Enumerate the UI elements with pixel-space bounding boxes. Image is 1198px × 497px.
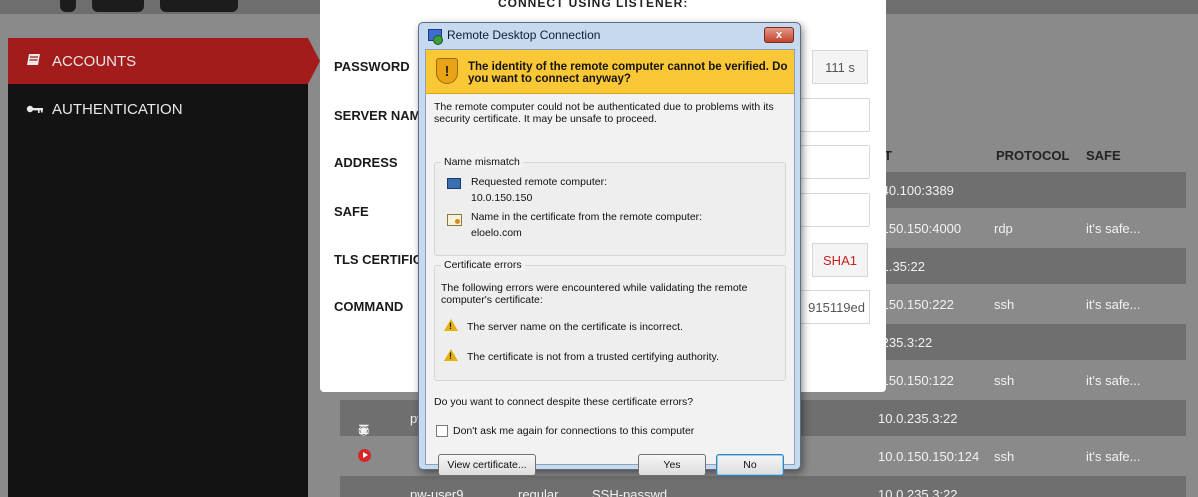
cell-safe: it's safe... — [1086, 297, 1141, 312]
no-button[interactable]: No — [716, 454, 784, 476]
certificate-name-value: eloelo.com — [471, 227, 522, 239]
remote-desktop-icon — [428, 29, 443, 45]
description-text: The remote computer could not be authent… — [434, 101, 774, 125]
server-name-label: SERVER NAMI — [334, 108, 425, 123]
sidebar-item-accounts[interactable]: ACCOUNTS — [8, 38, 320, 84]
logo — [92, 0, 144, 12]
sidebar-item-label: ACCOUNTS — [52, 52, 137, 70]
certificate-icon — [447, 214, 462, 226]
play-icon[interactable] — [358, 449, 371, 462]
list-icon[interactable]: ☰ — [358, 422, 370, 438]
tls-hash-badge[interactable]: SHA1 — [812, 243, 868, 277]
sidebar-item-label: AUTHENTICATION — [52, 100, 183, 118]
tls-certificate-label: TLS CERTIFIC — [334, 252, 423, 267]
sidebar: ACCOUNTS AUTHENTICATION — [8, 38, 320, 497]
cell-safe: it's safe... — [1086, 221, 1141, 236]
cell-target: .150.150:122 — [878, 373, 954, 388]
requested-computer-label: Requested remote computer: — [471, 176, 607, 188]
sidebar-item-authentication[interactable]: AUTHENTICATION — [8, 86, 308, 132]
cell-protocol: ssh — [994, 449, 1015, 464]
cell-protocol: ssh — [994, 373, 1015, 388]
group-legend: Certificate errors — [441, 259, 525, 271]
dont-ask-label[interactable]: Don't ask me again for connections to th… — [453, 425, 694, 437]
column-header-protocol[interactable]: PROTOCOL — [996, 148, 1069, 163]
cell-target: .150.150:222 — [878, 297, 954, 312]
dialog-title: Remote Desktop Connection — [447, 28, 601, 42]
shield-warning-icon: ! — [436, 58, 458, 84]
warning-banner: ! The identity of the remote computer ca… — [426, 50, 794, 94]
command-field[interactable]: 915119ed — [800, 290, 870, 324]
cell-protocol: rdp — [994, 221, 1013, 236]
group-legend: Name mismatch — [441, 156, 523, 168]
connect-question: Do you want to connect despite these cer… — [434, 396, 694, 408]
certificate-name-label: Name in the certificate from the remote … — [471, 211, 703, 223]
close-button[interactable]: x — [764, 27, 794, 43]
key-icon — [26, 101, 46, 118]
column-header-safe[interactable]: SAFE — [1086, 148, 1121, 163]
cell-target: .150.150:4000 — [878, 221, 962, 236]
yes-button[interactable]: Yes — [638, 454, 706, 476]
computer-icon — [447, 178, 461, 189]
cell-protocol: ssh — [994, 297, 1015, 312]
server-name-field[interactable] — [800, 98, 870, 132]
password-label: PASSWORD — [334, 59, 410, 74]
certificate-errors-group: Certificate errors The following errors … — [434, 259, 786, 381]
errors-intro-text: The following errors were encountered wh… — [441, 282, 748, 306]
password-ttl: 111 s — [812, 50, 868, 84]
cell-type: regular — [518, 487, 559, 497]
logo — [160, 0, 238, 12]
requested-computer-value: 10.0.150.150 — [471, 192, 533, 204]
cell-safe: it's safe... — [1086, 373, 1141, 388]
cell-target: 10.0.235.3:22 — [878, 487, 958, 497]
cell-user: pw-user9 — [410, 487, 464, 497]
cell-target: 10.0.235.3:22 — [878, 411, 958, 426]
warning-icon — [444, 319, 458, 331]
cell-safe: it's safe... — [1086, 449, 1141, 464]
safe-label: SAFE — [334, 204, 369, 219]
cert-error-item: The server name on the certificate is in… — [467, 321, 683, 333]
book-icon — [26, 53, 46, 70]
table-row[interactable]: ◉ ☰ pw-user9 regular SSH-passwd 10.0.235… — [340, 476, 1186, 497]
safe-field[interactable] — [800, 193, 870, 227]
dialog-body: ! The identity of the remote computer ca… — [425, 49, 795, 476]
warning-text: The identity of the remote computer cann… — [468, 61, 788, 85]
logo — [60, 0, 76, 12]
dont-ask-checkbox[interactable] — [436, 425, 448, 437]
dialog-title-bar[interactable]: Remote Desktop Connection x — [419, 23, 800, 49]
name-mismatch-group: Name mismatch Requested remote computer:… — [434, 156, 786, 256]
view-certificate-button[interactable]: View certificate... — [438, 454, 536, 476]
cert-error-item: The certificate is not from a trusted ce… — [467, 351, 719, 363]
rdp-dialog: Remote Desktop Connection x ! The identi… — [418, 22, 801, 476]
cell-auth: SSH-passwd — [592, 487, 668, 497]
cell-target: .40.100:3389 — [878, 183, 954, 198]
cell-target: .235.3:22 — [878, 335, 933, 350]
address-label: ADDRESS — [334, 155, 398, 170]
form-heading: CONNECT USING LISTENER: — [498, 0, 689, 10]
close-icon: x — [775, 29, 783, 41]
warning-icon — [444, 349, 458, 361]
cell-target: 10.0.150.150:124 — [878, 449, 980, 464]
command-label: COMMAND — [334, 299, 404, 314]
address-field[interactable] — [800, 145, 870, 179]
